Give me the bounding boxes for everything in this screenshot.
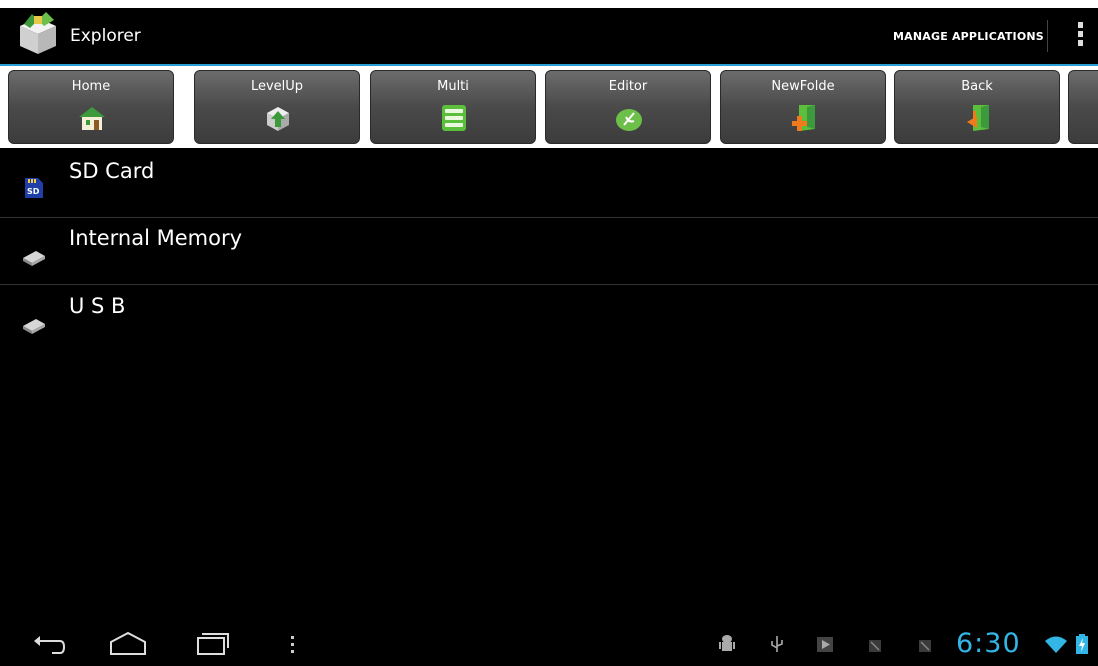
home-button[interactable]: Home xyxy=(8,70,174,144)
usb-icon[interactable] xyxy=(768,634,786,654)
back-icon xyxy=(963,103,993,133)
usb-drive-icon xyxy=(22,314,46,338)
menu-icon[interactable] xyxy=(282,628,302,660)
editor-icon xyxy=(614,103,644,133)
new-folder-button[interactable]: NewFolde xyxy=(720,70,886,144)
back-nav-icon[interactable] xyxy=(28,628,68,660)
svg-text:SD: SD xyxy=(27,187,40,196)
home-nav-icon[interactable] xyxy=(108,628,148,660)
list-item-sd-card[interactable]: SD SD Card xyxy=(0,151,1098,218)
multi-label: Multi xyxy=(437,79,469,94)
list-item-label: U S B xyxy=(69,294,126,318)
new-folder-label: NewFolde xyxy=(771,79,835,94)
system-nav-bar: 6:30 xyxy=(0,622,1098,666)
wifi-icon[interactable] xyxy=(1044,634,1068,654)
notification-icon[interactable] xyxy=(916,634,934,654)
action-divider xyxy=(1047,20,1048,52)
editor-label: Editor xyxy=(608,79,648,94)
level-up-icon xyxy=(263,103,293,133)
battery-icon[interactable] xyxy=(1076,634,1088,654)
list-item-usb[interactable]: U S B xyxy=(0,286,1098,352)
level-up-label: LevelUp xyxy=(250,79,304,94)
app-title: Explorer xyxy=(70,26,141,46)
home-icon xyxy=(77,103,107,133)
level-up-button[interactable]: LevelUp xyxy=(194,70,360,144)
sd-card-icon: SD xyxy=(22,175,46,199)
multi-button[interactable]: Multi xyxy=(370,70,536,144)
manage-applications-button[interactable]: MANAGE APPLICATIONS xyxy=(893,30,1044,43)
top-strip xyxy=(0,0,1098,8)
drive-icon xyxy=(22,246,46,270)
list-item-label: Internal Memory xyxy=(69,226,243,250)
editor-button[interactable]: Editor xyxy=(545,70,711,144)
overflow-menu-icon[interactable] xyxy=(1070,22,1090,52)
back-label: Back xyxy=(961,79,993,94)
home-label: Home xyxy=(71,79,111,94)
toolbar: Home LevelUp Multi Editor NewFolde Back xyxy=(0,66,1098,148)
action-bar: Explorer MANAGE APPLICATIONS xyxy=(0,8,1098,66)
list-item-internal-memory[interactable]: Internal Memory xyxy=(0,218,1098,285)
multi-select-icon xyxy=(439,103,469,133)
more-toolbar-button[interactable] xyxy=(1068,70,1098,144)
explorer-box-icon[interactable] xyxy=(14,12,62,56)
list-item-label: SD Card xyxy=(69,159,155,183)
play-store-icon[interactable] xyxy=(816,634,834,654)
screen: Explorer MANAGE APPLICATIONS Home LevelU… xyxy=(0,0,1098,666)
android-debug-icon[interactable] xyxy=(718,634,736,654)
back-button[interactable]: Back xyxy=(894,70,1060,144)
notification-icon[interactable] xyxy=(866,634,884,654)
recent-apps-icon[interactable] xyxy=(192,628,232,660)
new-folder-icon xyxy=(789,103,819,133)
clock[interactable]: 6:30 xyxy=(956,628,1021,659)
